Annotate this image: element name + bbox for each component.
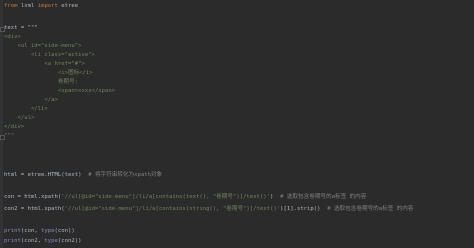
code-line-icon: <i>图标</i> [4, 70, 93, 76]
code-text: )[1].strip() [280, 206, 321, 212]
code-line-div-close: </div> [4, 124, 25, 130]
code-text: (con2)) [57, 238, 82, 244]
builtin-type: type [41, 228, 55, 234]
code-comment: # 将字符串转化为xpath对象 [81, 172, 163, 178]
code-line-con: con = html.xpath('//ul[@id="side-menu"]/… [4, 193, 366, 202]
keyword-from: from [4, 3, 18, 9]
code-line-html-parse: html = etree.HTML(text) # 将字符串转化为xpath对象 [4, 171, 162, 180]
code-comment: # 选取包含卷期号的a标签 的内容 [320, 206, 414, 212]
builtin-type: type [44, 238, 58, 244]
code-text: html = etree.HTML(text) [4, 172, 82, 178]
xpath-string: '//ul[@id="side-menu"]/li/a[contains(str… [64, 206, 281, 212]
code-comment: # 选取包含卷期号的a标签 的内容 [273, 194, 367, 200]
code-line-con2: con2 = html.xpath('//ul[@id="side-menu"]… [4, 205, 413, 214]
code-text: (con2, [20, 238, 45, 244]
code-line-print-con2: print(con2, type(con2)) [4, 237, 81, 246]
code-line-text-assign: text = """ [4, 25, 38, 31]
builtin-print: print [4, 238, 21, 244]
code-line-div-open: <div> [4, 34, 21, 40]
code-line-ul-close: </ul> [4, 115, 35, 121]
code-text: con2 = html.xpath( [4, 206, 65, 212]
code-line-ul-open: <ul id="side-menu"> [4, 43, 82, 49]
editor-gutter [0, 0, 3, 248]
import-name: etree [57, 3, 79, 9]
keyword-import: import [37, 3, 58, 9]
code-line-span: <span>xxxx</span> [4, 88, 116, 94]
code-editor[interactable]: from lxml import etree text = """ <div> … [0, 0, 474, 248]
code-line-import: from lxml import etree [4, 2, 78, 11]
code-line-print-con: print(con, type(con)) [4, 227, 75, 236]
fold-marker[interactable] [0, 27, 5, 32]
code-text: (con, [20, 228, 42, 234]
code-line-a-open: <a href="#"> [4, 61, 85, 67]
module-name: lxml [17, 3, 38, 9]
code-text: con = html.xpath( [4, 194, 62, 200]
xpath-string: '//ul[@id="side-menu"]/li/a[contains(tex… [61, 194, 271, 200]
code-line-li-close: </li> [4, 106, 48, 112]
code-text: (con)) [54, 228, 75, 234]
code-line-li-open: <li class="active"> [4, 52, 95, 58]
fold-marker[interactable] [0, 135, 5, 140]
code-line-string-end: """ [4, 133, 15, 139]
builtin-print: print [4, 228, 21, 234]
code-line-volume: 卷期号: [4, 79, 79, 85]
code-line-a-close: </a> [4, 97, 58, 103]
